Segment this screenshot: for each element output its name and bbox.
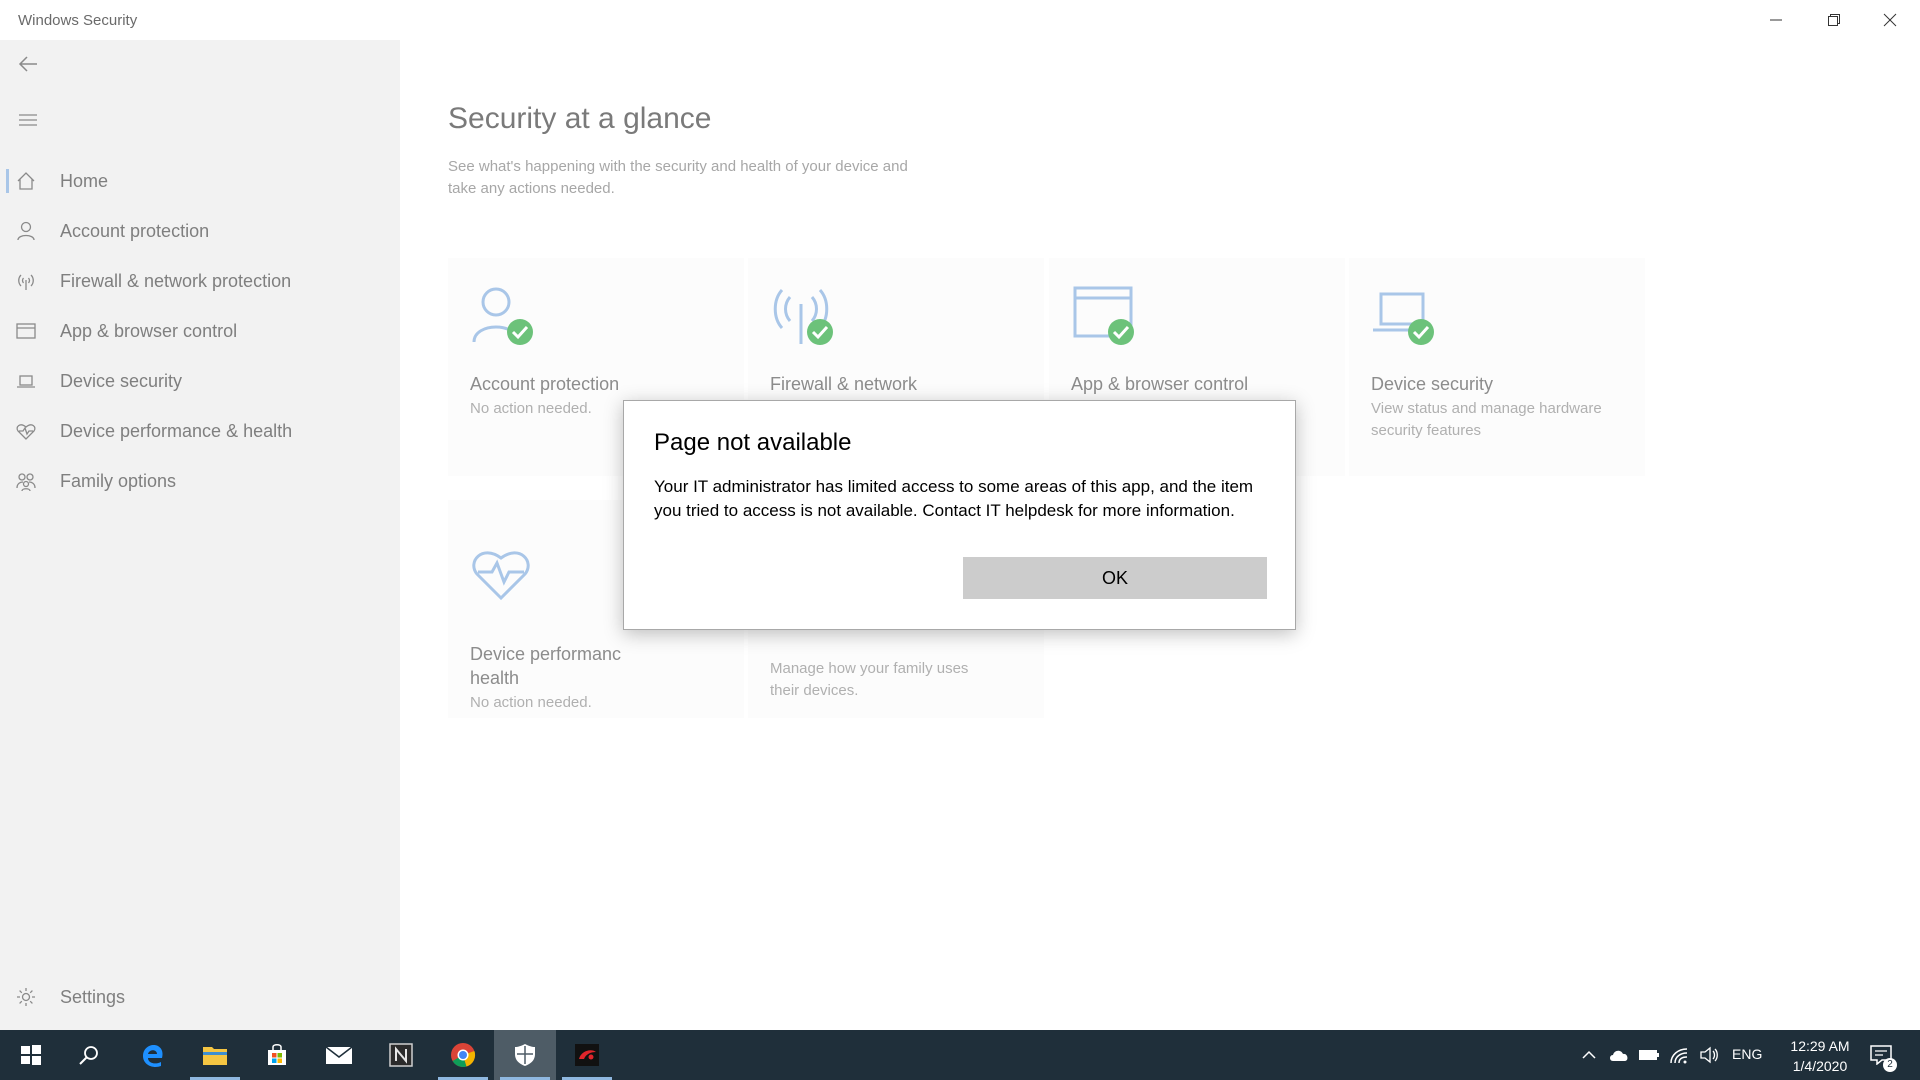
tile-name: Device security	[1371, 374, 1494, 394]
game-app-icon	[575, 1044, 599, 1066]
tile-name-line: health	[470, 668, 520, 688]
restore-icon	[1828, 14, 1840, 26]
taskbar-store[interactable]	[246, 1030, 308, 1080]
start-button[interactable]	[0, 1030, 62, 1080]
person-check-icon	[472, 287, 533, 345]
show-hidden-icons-button[interactable]	[1578, 1044, 1600, 1066]
sidebar-item-device-security[interactable]: Device security	[0, 359, 400, 403]
page-not-available-dialog: Page not available Your IT administrator…	[623, 400, 1296, 630]
close-icon	[1883, 13, 1897, 27]
family-icon	[14, 469, 38, 493]
clock[interactable]: 12:29 AM 1/4/2020	[1770, 1036, 1870, 1076]
notification-count-badge: 2	[1883, 1058, 1897, 1072]
input-language-indicator[interactable]: ENG	[1732, 1046, 1762, 1062]
tile-name: Device performanc health	[470, 642, 740, 690]
taskbar-windows-security[interactable]	[494, 1030, 556, 1080]
taskbar-chrome[interactable]	[432, 1030, 494, 1080]
laptop-icon	[14, 369, 38, 393]
tile-desc: View status and manage hardware security…	[1371, 400, 1602, 439]
sidebar-item-firewall[interactable]: Firewall & network protection	[0, 259, 400, 303]
antenna-icon	[14, 269, 38, 293]
tile-name-line: Device performanc	[470, 644, 622, 664]
volume-tray-button[interactable]	[1698, 1044, 1720, 1066]
sidebar-item-label: Family options	[60, 470, 177, 491]
heart-icon	[14, 419, 38, 443]
chevron-up-icon	[1582, 1050, 1596, 1059]
network-tray-button[interactable]	[1668, 1044, 1690, 1066]
title-bar: Windows Security	[0, 0, 1920, 40]
tile-desc: No action needed.	[470, 694, 592, 711]
ok-button[interactable]: OK	[963, 557, 1267, 599]
wifi-icon	[1670, 1048, 1688, 1064]
sidebar-item-label: Account protection	[60, 220, 210, 241]
mail-icon	[325, 1046, 353, 1064]
windows-security-icon	[515, 1044, 535, 1066]
speaker-icon	[1700, 1046, 1718, 1064]
file-explorer-icon	[203, 1047, 227, 1065]
windows-start-icon	[21, 1045, 41, 1065]
clock-date: 1/4/2020	[1792, 1058, 1848, 1074]
sidebar: Home Account protection Firewall & netwo…	[0, 40, 400, 1030]
tile-name: Account protection	[470, 374, 620, 394]
hamburger-menu-button[interactable]	[8, 100, 48, 140]
sidebar-item-label: App & browser control	[60, 320, 238, 341]
antenna-check-icon	[773, 288, 833, 345]
tile-desc: Manage how your family uses their device…	[770, 660, 969, 699]
heart-pulse-icon	[472, 551, 530, 601]
sidebar-item-app-browser[interactable]: App & browser control	[0, 309, 400, 353]
tile-name: Firewall & network	[770, 374, 918, 394]
tile-device-security[interactable]: Device security View status and manage h…	[1349, 258, 1645, 476]
taskbar: ENG 12:29 AM 1/4/2020 2	[0, 1030, 1920, 1080]
taskbar-edge[interactable]	[122, 1030, 184, 1080]
page-subtitle: See what's happening with the security a…	[448, 158, 908, 197]
sidebar-item-label: Home	[60, 170, 109, 191]
person-icon	[14, 219, 38, 243]
cloud-icon	[1610, 1050, 1628, 1061]
taskbar-file-explorer[interactable]	[184, 1030, 246, 1080]
dialog-title: Page not available	[654, 429, 852, 456]
clock-time: 12:29 AM	[1790, 1038, 1850, 1054]
home-icon	[14, 169, 38, 193]
sidebar-item-label: Device performance & health	[60, 420, 293, 441]
sidebar-item-account-protection[interactable]: Account protection	[0, 209, 400, 253]
sidebar-item-device-performance[interactable]: Device performance & health	[0, 409, 400, 453]
edge-icon	[143, 1045, 163, 1067]
minimize-button[interactable]	[1748, 0, 1804, 40]
app-title: Windows Security	[18, 12, 138, 29]
battery-icon	[1639, 1050, 1659, 1060]
battery-tray-button[interactable]	[1638, 1044, 1660, 1066]
store-icon	[268, 1044, 286, 1065]
sidebar-item-settings[interactable]: Settings	[0, 975, 400, 1019]
taskbar-mail[interactable]	[308, 1030, 370, 1080]
gear-icon	[14, 985, 38, 1009]
notion-icon	[389, 1043, 413, 1067]
dialog-message: Your IT administrator has limited access…	[654, 477, 1254, 520]
sidebar-item-family-options[interactable]: Family options	[0, 459, 400, 503]
chrome-icon	[451, 1043, 476, 1068]
taskbar-game-app[interactable]	[556, 1030, 618, 1080]
close-button[interactable]	[1862, 0, 1918, 40]
browser-check-icon	[1073, 286, 1134, 345]
hamburger-icon	[19, 114, 37, 126]
sidebar-item-label: Device security	[60, 370, 183, 391]
sidebar-item-label: Firewall & network protection	[60, 270, 292, 291]
laptop-check-icon	[1373, 292, 1434, 345]
tile-name: App & browser control	[1071, 374, 1249, 394]
page-title: Security at a glance	[448, 102, 712, 135]
sidebar-item-label: Settings	[60, 986, 126, 1007]
restore-button[interactable]	[1806, 0, 1862, 40]
windows-security-window: Windows Security Home Account protection	[0, 0, 1920, 1030]
back-arrow-icon	[18, 56, 37, 72]
onedrive-tray-button[interactable]	[1608, 1044, 1630, 1066]
search-icon	[79, 1046, 98, 1065]
search-button[interactable]	[58, 1030, 120, 1080]
sidebar-item-home[interactable]: Home	[0, 159, 400, 203]
back-button[interactable]	[8, 44, 48, 84]
taskbar-notion[interactable]	[370, 1030, 432, 1080]
minimize-icon	[1770, 19, 1782, 21]
browser-window-icon	[14, 319, 38, 343]
